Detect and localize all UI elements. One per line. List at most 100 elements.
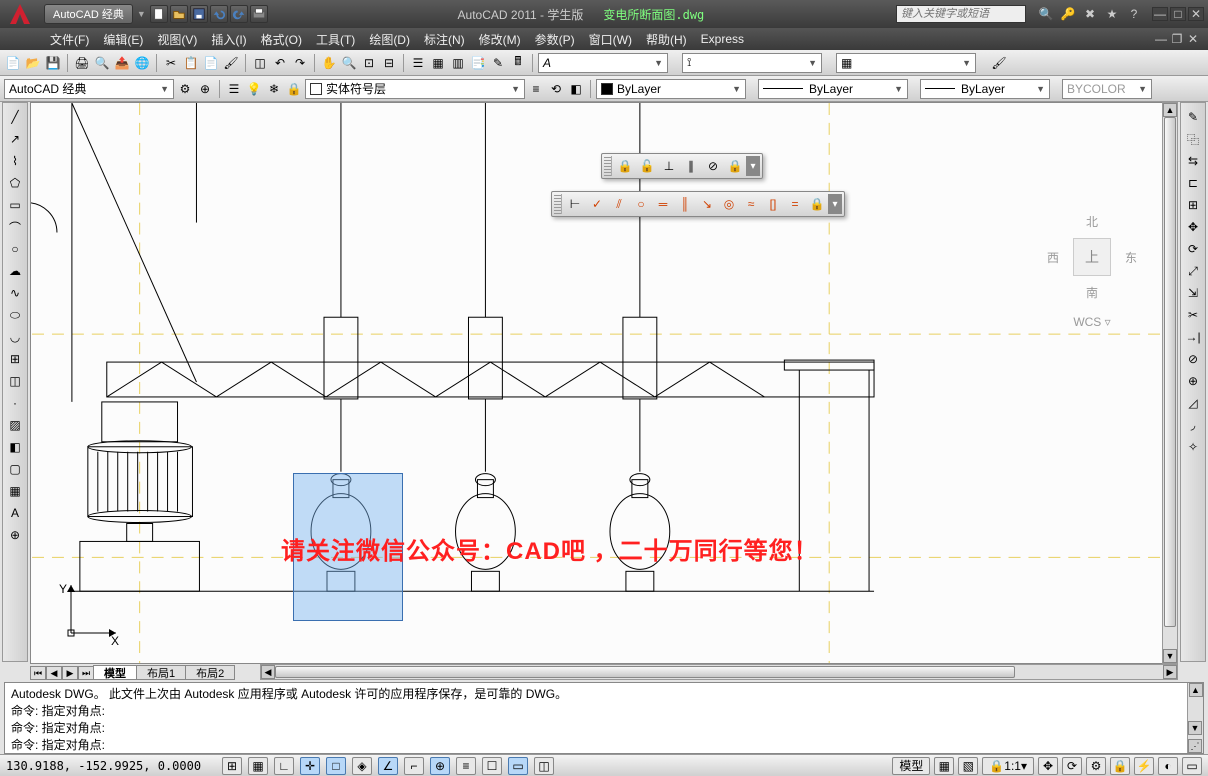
- spline-icon[interactable]: ∿: [5, 283, 25, 303]
- join-icon[interactable]: ⊕: [1183, 371, 1203, 391]
- tab-last-icon[interactable]: ⏭: [78, 666, 94, 680]
- save-file-icon[interactable]: 💾: [44, 54, 62, 72]
- hatch-icon[interactable]: ▨: [5, 415, 25, 435]
- viewcube-south[interactable]: 南: [1047, 284, 1137, 301]
- tab-model[interactable]: 模型: [93, 665, 137, 680]
- circle-icon[interactable]: ○: [5, 239, 25, 259]
- polygon-icon[interactable]: ⬠: [5, 173, 25, 193]
- insertblock-icon[interactable]: ⊞: [5, 349, 25, 369]
- constraint-palette-1[interactable]: 🔒 🔓 ⊥ ∥ ⊘ 🔒 ▾: [601, 153, 763, 179]
- viewcube-wcs[interactable]: WCS ▿: [1047, 315, 1137, 329]
- scroll-right-icon[interactable]: ▶: [1163, 665, 1177, 679]
- constr-ico-2[interactable]: 🔓: [637, 156, 657, 176]
- gc-collinear-icon[interactable]: ↘: [697, 194, 717, 214]
- viewcube-top-face[interactable]: 上: [1073, 238, 1111, 276]
- copy2-icon[interactable]: ⿻: [1183, 129, 1203, 149]
- layer-lock-icon[interactable]: 🔒: [285, 80, 303, 98]
- chamfer-icon[interactable]: ◿: [1183, 393, 1203, 413]
- annoauto-toggle[interactable]: ⟳: [1062, 757, 1082, 775]
- scroll-up-icon[interactable]: ▲: [1163, 103, 1177, 117]
- array-icon[interactable]: ⊞: [1183, 195, 1203, 215]
- polyline-icon[interactable]: ⌇: [5, 151, 25, 171]
- menu-tools[interactable]: 工具(T): [316, 31, 355, 48]
- scroll-left-icon[interactable]: ◀: [261, 665, 275, 679]
- plotstyle-dropdown[interactable]: BYCOLOR▼: [1062, 79, 1152, 99]
- layer-previous-icon[interactable]: ⟲: [547, 80, 565, 98]
- polar-toggle[interactable]: ✛: [300, 757, 320, 775]
- region-icon[interactable]: ▢: [5, 459, 25, 479]
- cmd-resize-icon[interactable]: ⋰: [1188, 739, 1202, 753]
- textstyle-dropdown[interactable]: A▼: [538, 53, 668, 73]
- hardware-accel-icon[interactable]: ⚡: [1134, 757, 1154, 775]
- gc-horizontal-icon[interactable]: ═: [653, 194, 673, 214]
- explode-icon[interactable]: ✧: [1183, 437, 1203, 457]
- rotate-icon[interactable]: ⟳: [1183, 239, 1203, 259]
- menu-draw[interactable]: 绘图(D): [369, 31, 410, 48]
- menu-format[interactable]: 格式(O): [261, 31, 302, 48]
- mtext-icon[interactable]: A: [5, 503, 25, 523]
- qnew-icon[interactable]: 📄: [4, 54, 22, 72]
- palette2-close-icon[interactable]: ▾: [828, 194, 842, 214]
- layer-on-icon[interactable]: 💡: [245, 80, 263, 98]
- menu-insert[interactable]: 插入(I): [211, 31, 246, 48]
- app-logo[interactable]: [0, 0, 40, 28]
- addselected-icon[interactable]: ⊕: [5, 525, 25, 545]
- model-paper-toggle[interactable]: 模型: [892, 757, 930, 775]
- pan-icon[interactable]: ✋: [320, 54, 338, 72]
- workspace-switch-icon[interactable]: ⚙: [1086, 757, 1106, 775]
- table-icon[interactable]: ▦: [5, 481, 25, 501]
- ellipsearc-icon[interactable]: ◡: [5, 327, 25, 347]
- minimize-icon[interactable]: —: [1152, 7, 1168, 21]
- menu-file[interactable]: 文件(F): [50, 31, 89, 48]
- cmd-scroll-down-icon[interactable]: ▼: [1188, 721, 1202, 735]
- menu-modify[interactable]: 修改(M): [479, 31, 521, 48]
- close-icon[interactable]: ✕: [1188, 7, 1204, 21]
- tab-first-icon[interactable]: ⏮: [30, 666, 46, 680]
- layer-dropdown[interactable]: 实体符号层▼: [305, 79, 525, 99]
- annovis-toggle[interactable]: ✥: [1038, 757, 1058, 775]
- gc-vertical-icon[interactable]: ║: [675, 194, 695, 214]
- gradient-icon[interactable]: ◧: [5, 437, 25, 457]
- command-window[interactable]: Autodesk DWG。 此文件上次由 Autodesk 应用程序或 Auto…: [4, 682, 1204, 754]
- designcenter-icon[interactable]: ▦: [429, 54, 447, 72]
- offset-icon[interactable]: ⊏: [1183, 173, 1203, 193]
- redo2-icon[interactable]: ↷: [291, 54, 309, 72]
- viewcube-north[interactable]: 北: [1047, 213, 1137, 230]
- gc-concentric-icon[interactable]: ◎: [719, 194, 739, 214]
- fillet-icon[interactable]: ◞: [1183, 415, 1203, 435]
- menu-window[interactable]: 窗口(W): [589, 31, 632, 48]
- revcloud-icon[interactable]: ☁: [5, 261, 25, 281]
- constraint-palette-2[interactable]: ⊢ ✓ ⫽ ○ ═ ║ ↘ ◎ ≈ [] = 🔒 ▾: [551, 191, 845, 217]
- help-icon[interactable]: ?: [1126, 6, 1142, 22]
- break-icon[interactable]: ⊘: [1183, 349, 1203, 369]
- publish-icon[interactable]: 📤: [113, 54, 131, 72]
- dimstyle-dropdown[interactable]: ⟟▼: [682, 53, 822, 73]
- menu-edit[interactable]: 编辑(E): [103, 31, 143, 48]
- print-icon[interactable]: [250, 5, 268, 23]
- doc-minimize-icon[interactable]: —: [1154, 33, 1168, 45]
- layer-iso-icon[interactable]: ◧: [567, 80, 585, 98]
- workspace-dropdown-icon[interactable]: ▼: [137, 9, 146, 19]
- workspace-settings-icon[interactable]: ⚙: [176, 80, 194, 98]
- point-icon[interactable]: ·: [5, 393, 25, 413]
- arc-icon[interactable]: ⌒: [5, 217, 25, 237]
- workspace-pill[interactable]: AutoCAD 经典: [44, 4, 133, 24]
- quickview-layouts-icon[interactable]: ▦: [934, 757, 954, 775]
- key-icon[interactable]: 🔑: [1060, 6, 1076, 22]
- sc-toggle[interactable]: ◫: [534, 757, 554, 775]
- grid-toggle[interactable]: ▦: [248, 757, 268, 775]
- preview-icon[interactable]: 🔍: [93, 54, 111, 72]
- xline-icon[interactable]: ↗: [5, 129, 25, 149]
- new-icon[interactable]: [150, 5, 168, 23]
- gc-coincident-icon[interactable]: ⊢: [565, 194, 585, 214]
- cut-icon[interactable]: ✂: [162, 54, 180, 72]
- mirror-icon[interactable]: ⇆: [1183, 151, 1203, 171]
- ellipse-icon[interactable]: ⬭: [5, 305, 25, 325]
- annoscale-dropdown[interactable]: 🔒 1:1 ▾: [982, 757, 1034, 775]
- dyn-toggle[interactable]: ⊕: [430, 757, 450, 775]
- workspace-save-icon[interactable]: ⊕: [196, 80, 214, 98]
- 3ddwf-icon[interactable]: 🌐: [133, 54, 151, 72]
- constr-ico-5[interactable]: ⊘: [703, 156, 723, 176]
- scale-icon[interactable]: ⤢: [1183, 261, 1203, 281]
- menu-dimension[interactable]: 标注(N): [424, 31, 465, 48]
